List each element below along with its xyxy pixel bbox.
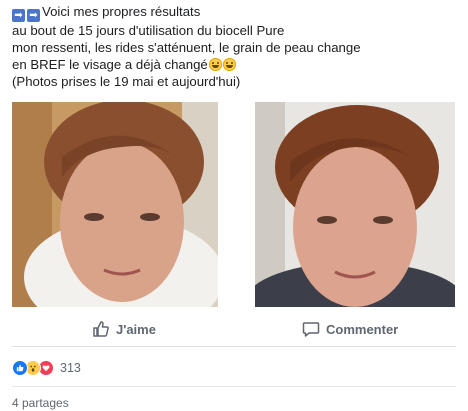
like-label: J'aime <box>116 321 156 337</box>
reaction-count: 313 <box>60 361 81 375</box>
like-button[interactable]: J'aime <box>92 318 156 340</box>
after-photo[interactable] <box>255 102 455 307</box>
right-arrow-icon: ➡ <box>27 9 40 22</box>
post-line-2: au bout de 15 jours d'utilisation du bio… <box>12 23 285 38</box>
post-actions-bar: J'aime Commenter <box>12 312 456 347</box>
thumbs-up-icon <box>93 321 109 337</box>
reactions-summary[interactable]: 313 <box>12 358 81 378</box>
post-line-3: mon ressenti, les rides s'atténuent, le … <box>12 40 361 55</box>
post-line-5: (Photos prises le 19 mai et aujourd'hui) <box>12 74 241 89</box>
comment-button[interactable]: Commenter <box>302 318 398 340</box>
comment-label: Commenter <box>326 321 399 337</box>
post-line-4: en BREF le visage a déjà changé <box>12 56 462 73</box>
post-line-text: Voici mes propres résultats <box>42 4 201 19</box>
post-line-1: ➡ ➡ Voici mes propres résultats <box>12 3 462 22</box>
comment-bubble-icon <box>302 322 320 337</box>
grinning-face-icon <box>222 58 236 71</box>
post-line-text: en BREF le visage a déjà changé <box>12 57 208 72</box>
shares-count[interactable]: 4 partages <box>12 396 69 410</box>
like-reaction-icon <box>12 360 28 376</box>
post-text: ➡ ➡ Voici mes propres résultats au bout de… <box>12 3 462 90</box>
grinning-face-icon <box>208 58 222 71</box>
right-arrow-icon: ➡ <box>12 9 25 22</box>
divider <box>12 386 456 387</box>
before-photo[interactable] <box>12 102 218 307</box>
